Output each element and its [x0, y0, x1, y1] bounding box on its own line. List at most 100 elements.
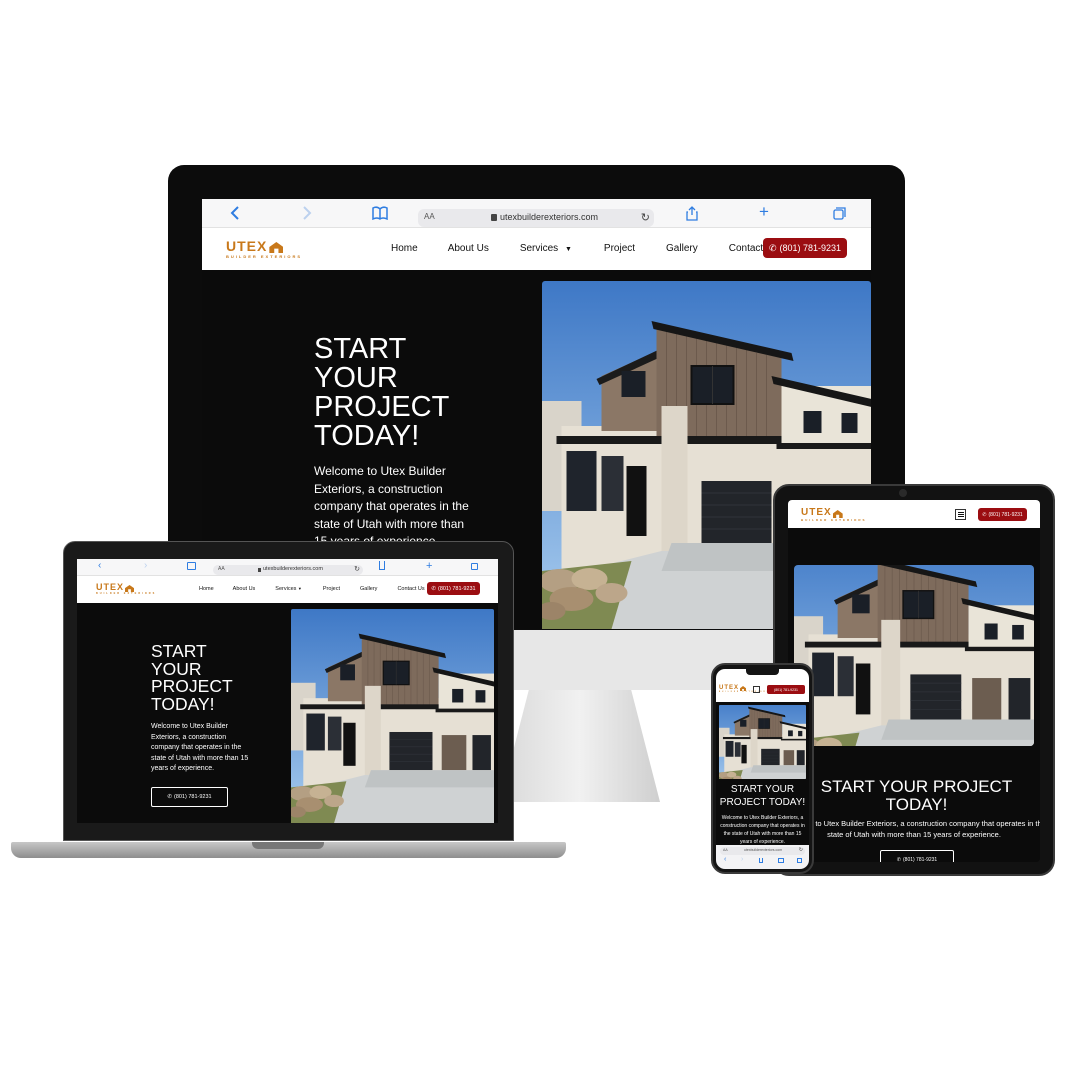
- phone-icon: ✆: [431, 585, 436, 592]
- plus-icon[interactable]: +: [426, 559, 432, 573]
- tablet-screen: UTEX BUILDER EXTERIORS ✆ (801) 781-9231 S…: [788, 500, 1040, 862]
- tablet-camera: [899, 489, 907, 497]
- browser-toolbar: AA utexbuilderexteriors.com ↻ +: [202, 199, 871, 228]
- book-icon[interactable]: [372, 205, 388, 221]
- chevron-right-icon[interactable]: ›: [144, 560, 147, 571]
- phone-icon: ✆: [768, 242, 777, 253]
- logo-text: UTEX: [226, 238, 268, 254]
- hero-title: START YOUR PROJECT TODAY!: [314, 335, 474, 451]
- reader-label[interactable]: AA: [424, 212, 435, 221]
- hero-title: START YOUR PROJECT TODAY!: [820, 777, 1013, 814]
- hero-title-line-4: TODAY!: [151, 693, 215, 714]
- caret-down-icon: ▼: [297, 586, 302, 591]
- utex-logo[interactable]: UTEX BUILDER EXTERIORS: [226, 239, 302, 259]
- hero-title-line-3: PROJECT: [314, 391, 450, 423]
- hero-phone-button[interactable]: ✆ (801) 781-9231: [151, 787, 228, 807]
- address-bar[interactable]: AA utexbuilderexteriors.com ↻: [418, 209, 654, 227]
- house-logo-icon: [832, 510, 843, 518]
- monitor-stand: [500, 690, 660, 802]
- house-logo-icon: [125, 585, 135, 592]
- reload-icon[interactable]: ↻: [641, 211, 650, 224]
- nav-services[interactable]: Services ▼: [520, 243, 572, 254]
- url-text[interactable]: utexbuilderexteriors.com: [500, 212, 598, 222]
- utex-logo[interactable]: UTEX BUILDER EXTERIORS: [801, 508, 867, 522]
- phone-button[interactable]: ✆ (801) 781-9231: [427, 582, 480, 595]
- nav-contact-us[interactable]: Contact Us: [397, 586, 424, 592]
- nav-home[interactable]: Home: [391, 243, 418, 254]
- plus-icon[interactable]: +: [759, 203, 769, 221]
- chevron-left-icon[interactable]: [228, 205, 242, 221]
- chevron-left-icon[interactable]: ‹: [98, 560, 101, 571]
- nav-home[interactable]: Home: [199, 586, 214, 592]
- reload-icon[interactable]: ↻: [354, 565, 360, 573]
- nav-project[interactable]: Project: [604, 243, 635, 254]
- reader-label[interactable]: AA: [723, 848, 728, 852]
- tablet-site-header: UTEX BUILDER EXTERIORS ✆ (801) 781-9231: [788, 500, 1040, 528]
- lock-icon: [491, 214, 497, 221]
- site-header: UTEX BUILDER EXTERIORS Home About Us Ser…: [202, 228, 871, 270]
- nav-gallery[interactable]: Gallery: [360, 586, 377, 592]
- book-icon[interactable]: [187, 562, 196, 570]
- nav-services[interactable]: Services ▼: [275, 586, 302, 592]
- logo-subtitle: BUILDER EXTERIORS: [801, 518, 867, 522]
- logo-text: UTEX: [719, 685, 740, 691]
- hamburger-icon[interactable]: [753, 686, 760, 693]
- hero-title: START YOUR PROJECT TODAY!: [719, 784, 806, 808]
- house-logo-icon: [740, 686, 747, 691]
- phone-button[interactable]: ✆ (801) 781-9231: [978, 508, 1027, 521]
- phone-button-label: (801) 781-9231: [437, 585, 476, 592]
- hero-phone-button[interactable]: ✆ (801) 781-9231: [880, 850, 954, 862]
- nav-project[interactable]: Project: [323, 586, 340, 592]
- house-photo: [794, 565, 1034, 746]
- url-text[interactable]: utexbuilderexteriors.com: [263, 566, 323, 572]
- logo-subtitle: BUILDER EXTERIORS: [719, 692, 770, 693]
- hero-title-line-4: TODAY!: [314, 420, 420, 452]
- house-logo-icon: [269, 242, 284, 253]
- hero-text: Welcome to Utex Builder Exteriors, a con…: [151, 723, 249, 772]
- caret-down-icon: ▼: [564, 246, 572, 253]
- tabs-icon[interactable]: [797, 858, 802, 863]
- nav-services-label: Services: [275, 586, 297, 592]
- hero-title-line-2: YOUR: [314, 362, 398, 394]
- hero-title: START YOUR PROJECT TODAY!: [151, 641, 261, 714]
- nav-gallery[interactable]: Gallery: [666, 243, 698, 254]
- phone-icon: ✆: [896, 857, 901, 862]
- hero-title-line-1: START: [314, 333, 407, 365]
- house-photo: [719, 705, 806, 779]
- utex-logo[interactable]: UTEX BUILDER EXTERIORS: [719, 685, 770, 694]
- nav-about-us[interactable]: About Us: [448, 243, 489, 254]
- hamburger-icon[interactable]: [955, 509, 966, 520]
- nav-about-us[interactable]: About Us: [233, 586, 256, 592]
- phone-button-label: (801) 781-9231: [779, 243, 842, 253]
- house-photo: [291, 609, 494, 823]
- share-icon[interactable]: [379, 561, 385, 570]
- share-icon[interactable]: [685, 204, 699, 222]
- phone-browser-bar: AA utexbuilderexteriors.com ↻ ‹ ›: [716, 845, 809, 869]
- utex-logo[interactable]: UTEX BUILDER EXTERIORS: [96, 583, 156, 596]
- url-text[interactable]: utexbuilderexteriors.com: [744, 848, 782, 852]
- chevron-right-icon[interactable]: [300, 205, 314, 221]
- chevron-left-icon[interactable]: ‹: [724, 856, 726, 863]
- reader-label[interactable]: AA: [218, 566, 225, 572]
- phone-address-bar[interactable]: AA utexbuilderexteriors.com ↻: [720, 847, 805, 855]
- laptop-main-nav: Home About Us Services ▼ Project Gallery…: [199, 586, 425, 592]
- nav-services-label: Services: [519, 243, 559, 254]
- hero-title-line-1: START: [151, 641, 207, 661]
- share-icon[interactable]: [759, 858, 763, 863]
- phone-button-label: (801) 781-9231: [774, 687, 798, 692]
- logo-subtitle: BUILDER EXTERIORS: [226, 254, 303, 259]
- reload-icon[interactable]: ↻: [799, 847, 803, 853]
- book-icon[interactable]: [778, 858, 784, 863]
- tabs-icon[interactable]: [832, 206, 846, 220]
- chevron-right-icon[interactable]: ›: [741, 856, 743, 863]
- phone-button[interactable]: (801) 781-9231: [767, 685, 805, 694]
- laptop-hero-section: START YOUR PROJECT TODAY! Welcome to Ute…: [77, 604, 498, 823]
- phone-button[interactable]: ✆ (801) 781-9231: [763, 238, 847, 258]
- hero-text: Welcome to Utex Builder Exteriors, a con…: [314, 464, 469, 548]
- laptop-address-bar[interactable]: AA utexbuilderexteriors.com ↻: [213, 565, 363, 575]
- phone-icon: ✆: [982, 511, 987, 518]
- phone-button-label: (801) 781-9231: [988, 511, 1023, 518]
- hero-phone-label: (801) 781-9231: [903, 857, 938, 862]
- tabs-icon[interactable]: [471, 563, 478, 570]
- logo-subtitle: BUILDER EXTERIORS: [96, 592, 157, 595]
